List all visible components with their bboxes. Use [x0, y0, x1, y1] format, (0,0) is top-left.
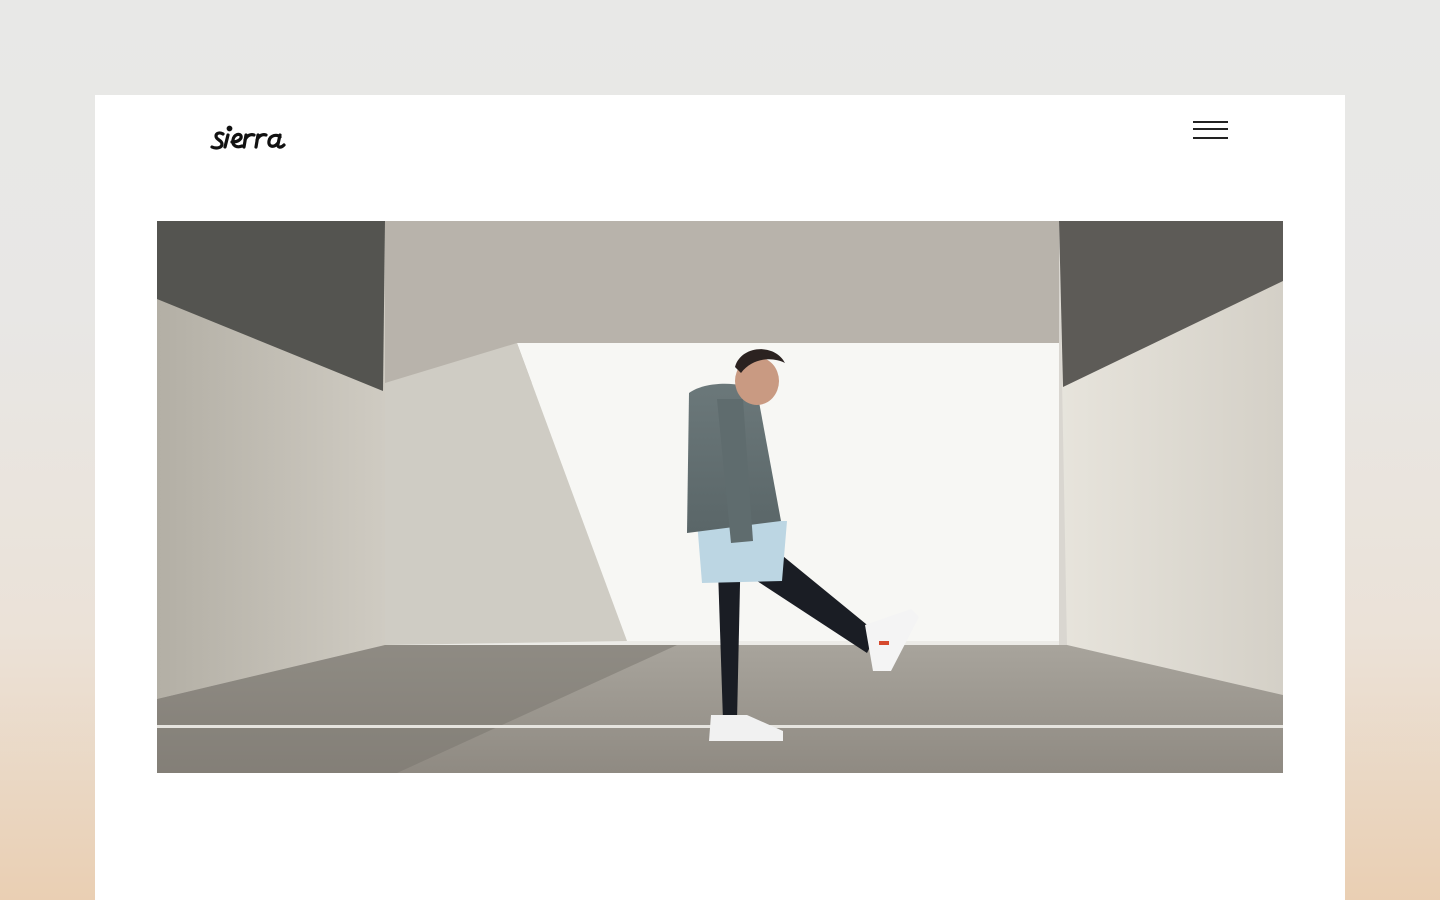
- logo-wordmark: sierra: [210, 125, 286, 150]
- menu-line: [1193, 137, 1228, 139]
- hamburger-menu-icon[interactable]: [1191, 119, 1231, 143]
- hero-image: [157, 221, 1283, 773]
- hero-photo: [157, 221, 1283, 773]
- site-logo[interactable]: sierra: [208, 113, 318, 157]
- menu-line: [1193, 121, 1228, 123]
- menu-line: [1193, 128, 1228, 130]
- page-frame: sierra: [95, 95, 1345, 900]
